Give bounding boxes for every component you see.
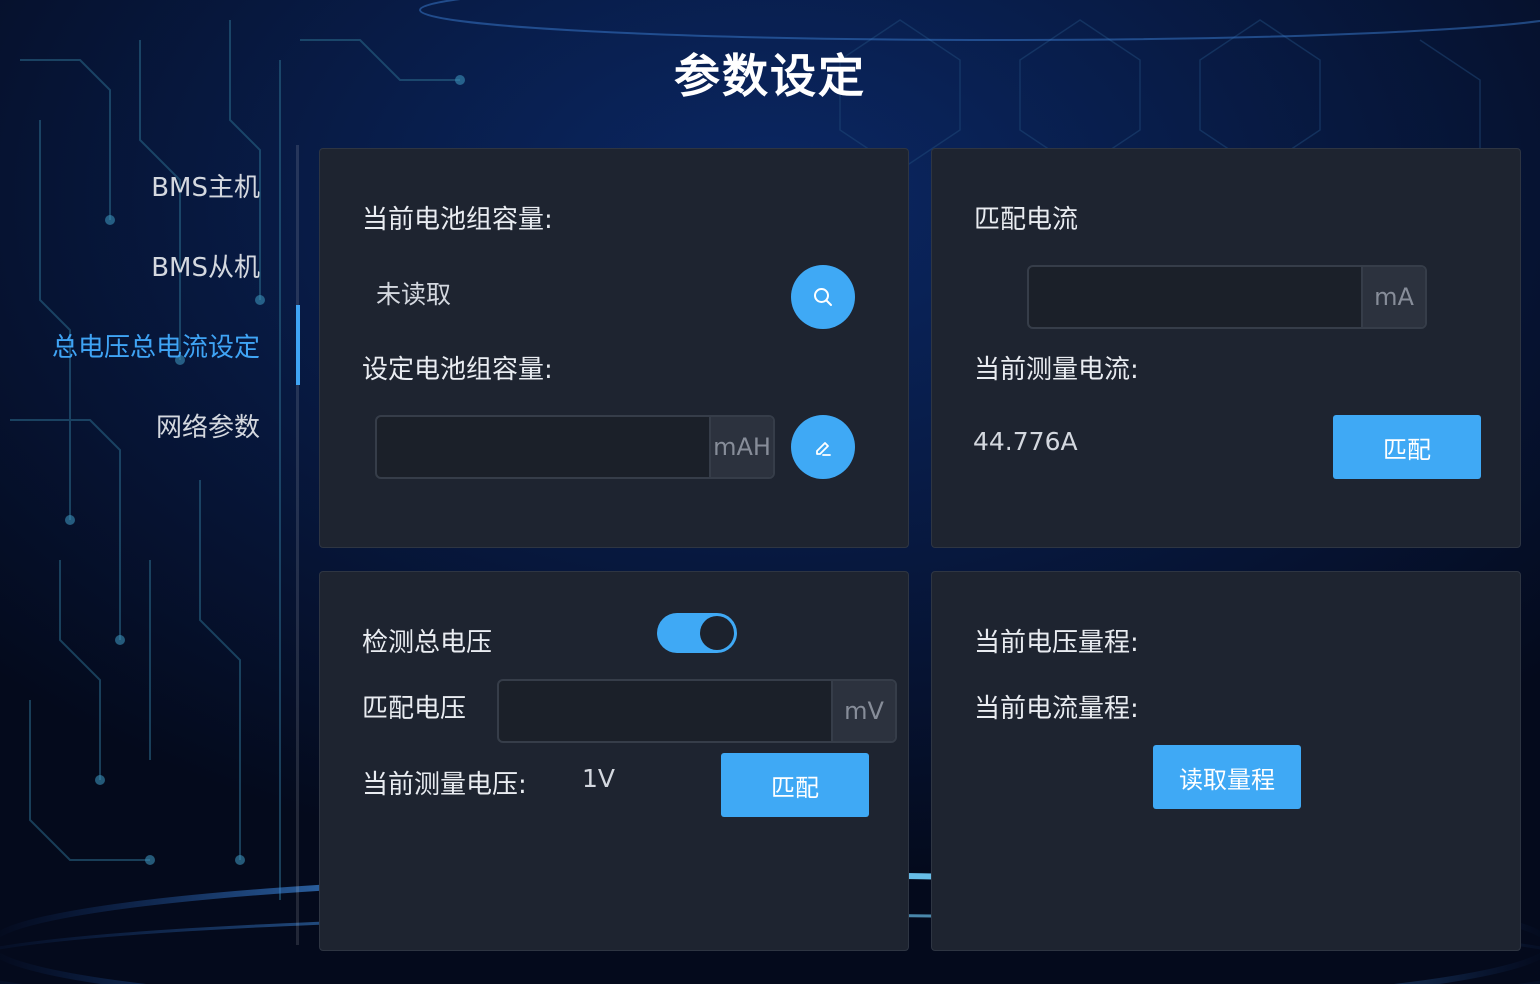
pencil-icon (816, 442, 831, 456)
measured-voltage-value: 1V (582, 764, 616, 793)
measured-current-label: 当前测量电流: (974, 355, 1139, 385)
current-capacity-label: 当前电池组容量: (362, 205, 553, 235)
current-range-label: 当前电流量程: (974, 694, 1139, 724)
current-input[interactable] (1029, 267, 1361, 327)
current-capacity-value: 未读取 (376, 280, 452, 309)
battery-capacity-panel: 当前电池组容量: 未读取 设定电池组容量: mAH (319, 148, 909, 548)
match-voltage-button[interactable]: 匹配 (721, 753, 869, 817)
detect-voltage-label: 检测总电压 (362, 628, 493, 658)
total-voltage-panel: 检测总电压 匹配电压 mV 当前测量电压: 1V 匹配 (319, 571, 909, 951)
current-unit: mA (1361, 267, 1425, 327)
measured-voltage-label: 当前测量电压: (362, 770, 527, 800)
voltage-range-label: 当前电压量程: (974, 628, 1139, 658)
measured-current-value: 44.776A (973, 427, 1078, 456)
voltage-unit: mV (831, 681, 895, 741)
toggle-knob (700, 616, 734, 650)
match-current-button[interactable]: 匹配 (1333, 415, 1481, 479)
write-capacity-button[interactable] (791, 415, 855, 479)
sidebar-item-bms-slave[interactable]: BMS从机 (151, 247, 260, 284)
sidebar-item-network-params[interactable]: 网络参数 (156, 407, 260, 444)
current-input-group: mA (1027, 265, 1427, 329)
sidebar: BMS主机 BMS从机 总电压总电流设定 网络参数 (0, 145, 300, 945)
active-nav-indicator (296, 305, 300, 385)
voltage-input[interactable] (499, 681, 831, 741)
range-panel: 当前电压量程: 当前电流量程: 读取量程 (931, 571, 1521, 951)
match-current-title: 匹配电流 (974, 205, 1079, 235)
voltage-input-group: mV (497, 679, 897, 743)
read-range-button[interactable]: 读取量程 (1153, 745, 1301, 809)
capacity-input-group: mAH (375, 415, 775, 479)
app-window: 参数设定 BMS主机 BMS从机 总电压总电流设定 网络参数 当前电池组容量: … (0, 0, 1540, 984)
sidebar-rail (296, 145, 299, 945)
sidebar-item-bms-master[interactable]: BMS主机 (151, 167, 260, 204)
match-voltage-label: 匹配电压 (362, 694, 467, 724)
set-capacity-label: 设定电池组容量: (362, 355, 553, 385)
match-current-panel: 匹配电流 mA 当前测量电流: 44.776A 匹配 (931, 148, 1521, 548)
search-icon (814, 288, 832, 306)
read-capacity-button[interactable] (791, 265, 855, 329)
capacity-input[interactable] (377, 417, 709, 477)
sidebar-item-voltage-current-settings[interactable]: 总电压总电流设定 (52, 327, 260, 364)
capacity-unit: mAH (709, 417, 773, 477)
page-title: 参数设定 (674, 49, 866, 103)
detect-voltage-toggle[interactable] (657, 613, 737, 653)
